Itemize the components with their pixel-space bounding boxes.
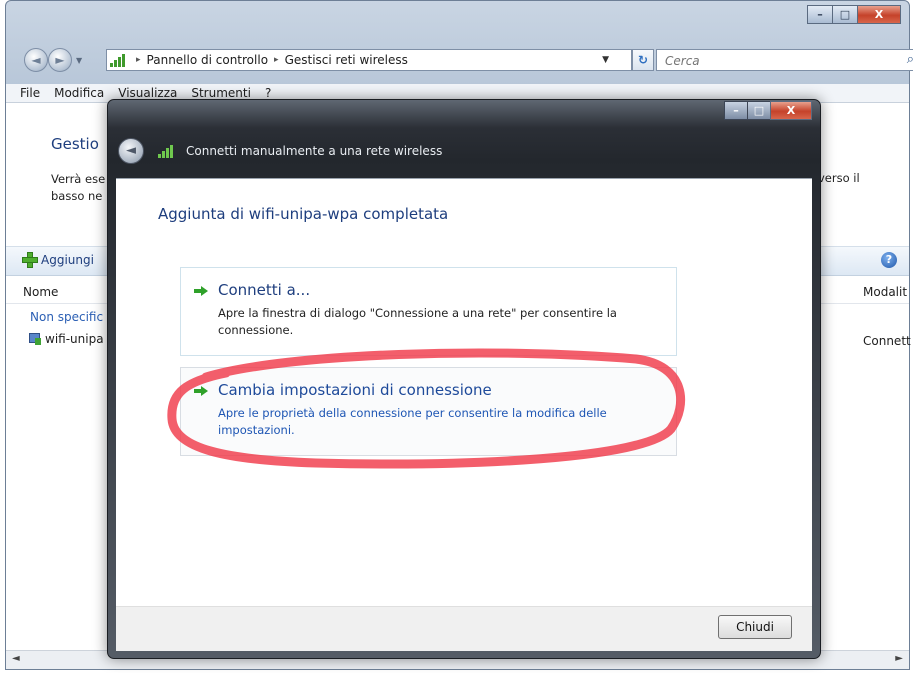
recent-pages-dropdown[interactable]: ▼ [76,56,82,65]
window-controls: – □ X [807,5,901,24]
network-mode: Connett [863,334,911,348]
menu-tools[interactable]: Strumenti [191,86,251,100]
breadcrumb-manage-wireless[interactable]: Gestisci reti wireless [285,53,408,67]
description-right: verso il [818,171,860,185]
forward-button[interactable]: ► [48,48,72,72]
refresh-icon[interactable]: ↻ [632,49,654,71]
breadcrumb-separator: ▸ [274,55,279,65]
dialog-body: Aggiunta di wifi-unipa-wpa completata Co… [116,178,812,607]
navigation-bar: ◄ ► ▼ ▸ Pannello di controllo ▸ Gestisci… [20,45,913,73]
search-box[interactable]: ⌕ [656,49,913,71]
close-button[interactable]: Chiudi [718,615,792,639]
option-description: Apre la finestra di dialogo "Connessione… [218,306,617,337]
dialog-close-window-button[interactable]: X [770,101,812,120]
red-circle-annotation [167,348,686,469]
description-line: basso ne [51,189,103,203]
breadcrumb-separator: ▸ [136,55,141,65]
menu-file[interactable]: File [20,86,40,100]
dialog-footer: Chiudi [116,606,812,651]
address-dropdown-icon[interactable]: ▼ [602,55,609,65]
wizard-back-button[interactable]: ◄ [118,138,144,164]
add-network-button[interactable]: Aggiungi [22,252,94,268]
breadcrumb-control-panel[interactable]: Pannello di controllo [147,53,269,67]
maximize-button[interactable]: □ [832,5,858,24]
wireless-signal-icon [110,53,126,67]
dialog-maximize-button[interactable]: □ [747,101,771,120]
address-bar[interactable]: ▸ Pannello di controllo ▸ Gestisci reti … [106,49,632,71]
list-item[interactable]: wifi-unipa [28,332,104,346]
wireless-network-icon [28,332,42,346]
back-button[interactable]: ◄ [24,48,48,72]
wireless-signal-icon [158,144,176,158]
menu-edit[interactable]: Modifica [54,86,104,100]
network-name: wifi-unipa [45,332,104,346]
dialog-window-controls: – □ X [724,101,812,120]
wizard-dialog: – □ X ◄ Connetti manualmente a una rete … [107,99,821,659]
option-title: Connetti a... [218,281,311,299]
add-network-label: Aggiungi [41,253,94,267]
close-window-button[interactable]: X [857,5,901,24]
search-input[interactable] [663,51,897,71]
connect-to-option[interactable]: Connetti a... Apre la finestra di dialog… [180,267,677,356]
description-line: Verrà ese [51,172,106,186]
search-icon[interactable]: ⌕ [907,52,913,67]
plus-icon [22,252,38,268]
minimize-button[interactable]: – [807,5,833,24]
green-arrow-icon [194,284,208,298]
help-icon[interactable]: ? [881,252,897,268]
wizard-header: ◄ Connetti manualmente a una rete wirele… [118,136,442,166]
column-name[interactable]: Nome [23,285,58,299]
dialog-heading: Aggiunta di wifi-unipa-wpa completata [158,205,449,223]
column-mode[interactable]: Modalit [863,285,907,299]
menu-view[interactable]: Visualizza [118,86,177,100]
page-description: Verrà ese basso ne [51,171,105,205]
dialog-minimize-button[interactable]: – [724,101,748,120]
group-label[interactable]: Non specific [30,310,103,324]
menu-help[interactable]: ? [265,86,271,100]
scroll-left-icon[interactable]: ◄ [12,653,20,664]
scroll-right-icon[interactable]: ► [895,653,903,664]
page-title: Gestio [51,135,99,153]
wizard-title: Connetti manualmente a una rete wireless [186,144,443,158]
